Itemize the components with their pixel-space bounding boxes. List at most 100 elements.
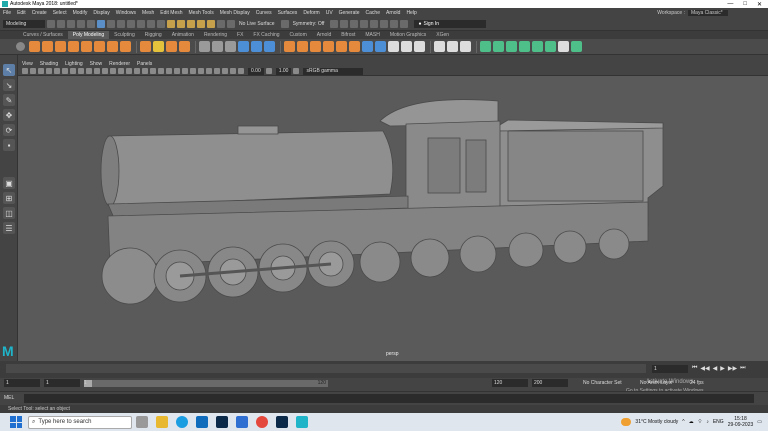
construction-history-icon[interactable] bbox=[227, 19, 235, 28]
textured-icon[interactable] bbox=[158, 68, 164, 74]
extrude-icon[interactable] bbox=[310, 41, 321, 52]
uv-editor-icon[interactable] bbox=[480, 41, 491, 52]
poly-sphere-icon[interactable] bbox=[29, 41, 40, 52]
platonic-solid-icon[interactable] bbox=[120, 41, 131, 52]
maya-taskbar-icon[interactable] bbox=[296, 416, 308, 428]
planar-map-icon[interactable] bbox=[493, 41, 504, 52]
menu-help[interactable]: Help bbox=[406, 10, 416, 16]
taskbar-clock[interactable]: 15:18 29-09-2023 bbox=[728, 416, 754, 428]
photoshop-icon[interactable] bbox=[216, 416, 228, 428]
task-view-icon[interactable] bbox=[136, 416, 148, 428]
shelf-tab-mash[interactable]: MASH bbox=[360, 31, 384, 39]
gamma-field[interactable]: 1.00 bbox=[275, 67, 292, 75]
gate-mask-icon[interactable] bbox=[94, 68, 100, 74]
range-start-handle[interactable]: 1 bbox=[84, 380, 92, 387]
lasso-tool-icon[interactable]: ↘ bbox=[3, 79, 15, 91]
light-editor-icon[interactable] bbox=[390, 19, 399, 28]
new-scene-icon[interactable] bbox=[47, 19, 55, 28]
shelf-tab-poly-modeling[interactable]: Poly Modeling bbox=[67, 31, 110, 39]
play-backwards-icon[interactable]: ◀ bbox=[713, 365, 718, 372]
separate-icon[interactable] bbox=[212, 41, 223, 52]
shelf-settings-gear-icon[interactable] bbox=[16, 42, 25, 51]
snap-to-point-icon[interactable] bbox=[187, 19, 195, 28]
menu-surfaces[interactable]: Surfaces bbox=[278, 10, 298, 16]
safe-title-icon[interactable] bbox=[118, 68, 124, 74]
render-frame-icon[interactable] bbox=[340, 19, 349, 28]
grid-icon[interactable] bbox=[70, 68, 76, 74]
weather-icon[interactable] bbox=[621, 418, 632, 426]
menu-edit[interactable]: Edit bbox=[17, 10, 26, 16]
go-to-start-icon[interactable]: ⏮ bbox=[692, 365, 697, 372]
spherical-map-icon[interactable] bbox=[519, 41, 530, 52]
mail-icon[interactable] bbox=[196, 416, 208, 428]
boolean-intersection-icon[interactable] bbox=[264, 41, 275, 52]
exposure-field[interactable]: 0.00 bbox=[248, 67, 264, 75]
timeline-track[interactable] bbox=[6, 364, 646, 373]
close-icon[interactable]: ✕ bbox=[757, 1, 762, 8]
xray-joints-icon[interactable] bbox=[222, 68, 228, 74]
sign-in-button[interactable]: ● Sign In bbox=[414, 19, 487, 28]
camera-attributes-icon[interactable] bbox=[30, 68, 36, 74]
file-explorer-icon[interactable] bbox=[156, 416, 168, 428]
two-d-pan-zoom-icon[interactable] bbox=[54, 68, 60, 74]
volume-icon[interactable]: ♪ bbox=[706, 419, 709, 425]
playback-start-field[interactable]: 1 bbox=[44, 379, 80, 387]
minimize-icon[interactable]: — bbox=[727, 1, 733, 8]
bookmarks-icon[interactable] bbox=[38, 68, 44, 74]
onedrive-icon[interactable]: ☁ bbox=[689, 419, 694, 425]
shelf-tab-curves-surfaces[interactable]: Curves / Surfaces bbox=[18, 31, 68, 39]
grease-pencil-icon[interactable] bbox=[62, 68, 68, 74]
step-back-key-icon[interactable]: ◀◀ bbox=[700, 365, 709, 372]
end-time-field[interactable]: 200 bbox=[532, 379, 568, 387]
isolate-select-icon[interactable] bbox=[206, 68, 212, 74]
svg-tool-icon[interactable] bbox=[179, 41, 190, 52]
photoshop-icon-2[interactable] bbox=[276, 416, 288, 428]
shelf-tab-fx[interactable]: FX bbox=[232, 31, 248, 39]
chrome-icon[interactable] bbox=[256, 416, 268, 428]
command-input[interactable] bbox=[24, 394, 754, 403]
boolean-union-icon[interactable] bbox=[238, 41, 249, 52]
shelf-tab-rendering[interactable]: Rendering bbox=[199, 31, 232, 39]
mask-icon-2[interactable] bbox=[147, 19, 155, 28]
mirror-icon[interactable] bbox=[284, 41, 295, 52]
sweep-mesh-icon[interactable] bbox=[153, 41, 164, 52]
menu-cache[interactable]: Cache bbox=[366, 10, 380, 16]
character-set-dropdown[interactable]: No Character Set bbox=[583, 380, 622, 386]
script-language-toggle[interactable]: MEL bbox=[4, 395, 14, 401]
shelf-tab-rigging[interactable]: Rigging bbox=[140, 31, 167, 39]
pause-viewport-icon[interactable] bbox=[400, 19, 409, 28]
panel-menu-panels[interactable]: Panels bbox=[137, 61, 152, 67]
gamma-icon[interactable] bbox=[265, 68, 272, 74]
combine-icon[interactable] bbox=[199, 41, 210, 52]
wireframe-icon[interactable] bbox=[126, 68, 132, 74]
rotate-tool-icon[interactable]: ⟳ bbox=[3, 124, 15, 136]
select-by-component-icon[interactable] bbox=[117, 19, 125, 28]
playback-end-field[interactable]: 120 bbox=[492, 379, 528, 387]
resolution-gate-icon[interactable] bbox=[86, 68, 92, 74]
smooth-shade-icon[interactable] bbox=[134, 68, 140, 74]
selection-mask-icon[interactable] bbox=[127, 19, 135, 28]
offset-edge-loop-icon[interactable] bbox=[434, 41, 445, 52]
paint-select-tool-icon[interactable]: ✎ bbox=[3, 94, 15, 106]
live-surface-status[interactable]: No Live Surface bbox=[239, 21, 275, 27]
menu-modify[interactable]: Modify bbox=[73, 10, 88, 16]
shelf-tab-custom[interactable]: Custom bbox=[285, 31, 312, 39]
make-live-icon[interactable] bbox=[207, 19, 215, 28]
current-frame-field[interactable]: 1 bbox=[652, 365, 688, 373]
boolean-difference-icon[interactable] bbox=[251, 41, 262, 52]
menu-mesh[interactable]: Mesh bbox=[142, 10, 154, 16]
scale-tool-icon[interactable]: ▪ bbox=[3, 139, 15, 151]
fill-hole-icon[interactable] bbox=[349, 41, 360, 52]
bridge-icon[interactable] bbox=[323, 41, 334, 52]
select-camera-icon[interactable] bbox=[22, 68, 28, 74]
undo-icon[interactable] bbox=[77, 19, 85, 28]
render-view-icon[interactable] bbox=[330, 19, 339, 28]
bevel-icon[interactable] bbox=[336, 41, 347, 52]
shelf-tab-motion-graphics[interactable]: Motion Graphics bbox=[385, 31, 431, 39]
panel-menu-show[interactable]: Show bbox=[90, 61, 103, 67]
color-management-icon[interactable] bbox=[293, 68, 300, 74]
weather-text[interactable]: 31°C Mostly cloudy bbox=[635, 419, 678, 425]
step-forward-key-icon[interactable]: ▶▶ bbox=[728, 365, 737, 372]
redo-icon[interactable] bbox=[87, 19, 95, 28]
shelf-tab-arnold[interactable]: Arnold bbox=[312, 31, 336, 39]
